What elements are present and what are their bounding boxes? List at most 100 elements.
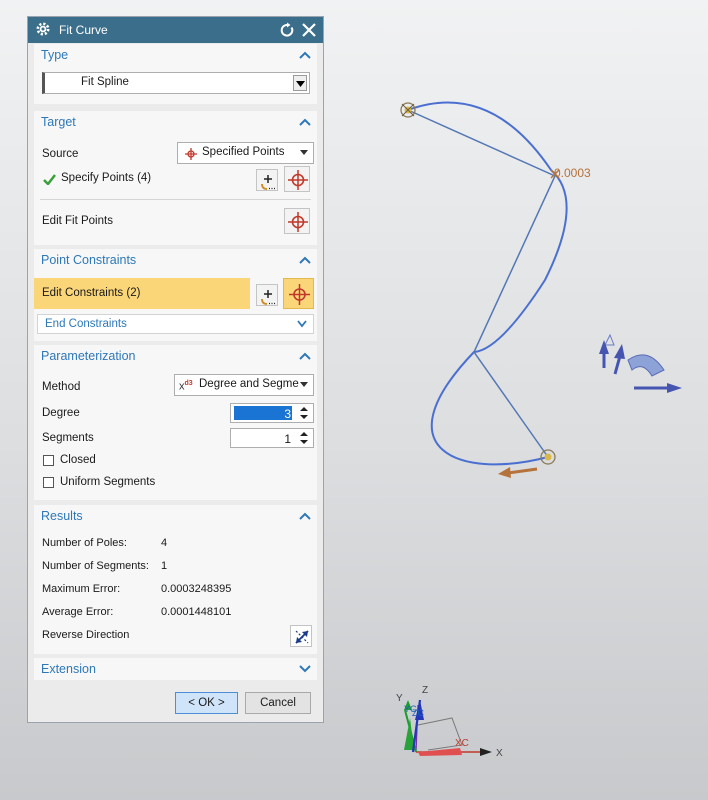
add-point-icon (261, 290, 275, 305)
graphics-viewport[interactable]: 0.0003 Y Z YC ZC XC X (324, 0, 708, 800)
start-point-marker[interactable] (400, 102, 416, 118)
axis-label-zc: ZC (412, 708, 424, 718)
segments-value: 1 (284, 432, 291, 446)
control-polygon (407, 109, 556, 458)
type-dropdown-button[interactable] (293, 75, 307, 91)
segments-input[interactable]: 1 (230, 428, 314, 448)
parameterization-section: Parameterization Method xd3 Degree and S… (34, 345, 317, 500)
edit-fit-points-button[interactable] (284, 208, 310, 234)
end-constraints-header[interactable]: End Constraints (37, 314, 314, 334)
close-icon[interactable] (301, 22, 317, 38)
source-label: Source (42, 148, 79, 160)
error-label: 0.0003 (554, 166, 591, 180)
check-icon (43, 174, 56, 185)
fit-curve-dialog: Fit Curve Type Fit Spline Target Source (27, 16, 324, 723)
point-crosshair-icon (288, 212, 308, 232)
chevron-down-icon (300, 382, 308, 387)
type-section: Type Fit Spline (34, 44, 317, 104)
chevron-up-icon (299, 512, 311, 520)
parameterization-header[interactable]: Parameterization (34, 345, 317, 367)
chevron-down-icon (300, 150, 308, 155)
result-label: Number of Segments: (42, 560, 149, 572)
closed-label: Closed (60, 454, 96, 466)
add-constraint-button[interactable] (256, 284, 278, 306)
result-value: 0.0001448101 (161, 606, 232, 618)
direction-arrow[interactable] (498, 467, 538, 478)
axis-label-z: Z (422, 685, 428, 696)
point-constraints-title: Point Constraints (41, 253, 137, 267)
end-point-marker[interactable] (540, 449, 556, 465)
dialog-titlebar: Fit Curve (28, 17, 323, 43)
degree-label: Degree (42, 407, 80, 419)
point-crosshair-icon (288, 170, 308, 190)
extension-section: Extension (34, 658, 317, 680)
type-section-title: Type (41, 48, 69, 62)
reverse-direction-label: Reverse Direction (42, 629, 130, 641)
method-dropdown[interactable]: xd3 Degree and Segme (174, 374, 314, 396)
edit-constraints-label: Edit Constraints (2) (42, 287, 141, 299)
chevron-down-icon (296, 81, 305, 87)
chevron-down-icon (297, 320, 307, 328)
result-value: 4 (161, 537, 168, 549)
degree-selection (234, 406, 292, 420)
source-dropdown-value: Specified Points (202, 146, 285, 158)
degree-value: 3 (284, 407, 291, 421)
rotate-handle-icon[interactable] (599, 333, 682, 393)
method-label: Method (42, 381, 81, 393)
extension-title: Extension (41, 662, 96, 676)
method-dropdown-value: Degree and Segme (199, 378, 299, 390)
result-label: Maximum Error: (42, 583, 121, 595)
target-section-title: Target (41, 115, 76, 129)
result-value: 0.0003248395 (161, 583, 232, 595)
result-value: 1 (161, 560, 168, 572)
chevron-up-icon (299, 352, 311, 360)
cancel-button[interactable]: Cancel (245, 692, 311, 714)
chevron-up-icon (299, 51, 311, 59)
segments-label: Segments (42, 432, 94, 444)
uniform-segments-checkbox[interactable] (43, 477, 54, 488)
results-title: Results (41, 509, 83, 523)
axis-label-y: Y (396, 693, 403, 704)
degree-icon-power: 3 (188, 380, 193, 387)
result-label: Number of Poles: (42, 537, 127, 549)
result-label: Average Error: (42, 606, 114, 618)
reverse-direction-icon (295, 630, 309, 644)
spinner-arrows-icon[interactable] (298, 406, 310, 420)
point-crosshair-icon (185, 148, 197, 160)
reset-icon[interactable] (279, 22, 295, 38)
axis-label-x: X (496, 748, 503, 759)
dialog-title: Fit Curve (59, 23, 108, 37)
reverse-direction-button[interactable] (290, 625, 312, 647)
uniform-segments-label: Uniform Segments (60, 476, 156, 488)
degree-input[interactable]: 3 (230, 403, 314, 423)
add-point-button[interactable] (256, 169, 278, 191)
target-section: Target Source Specified Points Specify P… (34, 111, 317, 245)
chevron-up-icon (299, 256, 311, 264)
target-section-header[interactable]: Target (34, 111, 317, 133)
spinner-arrows-icon[interactable] (298, 431, 310, 445)
type-section-header[interactable]: Type (34, 44, 317, 66)
source-dropdown[interactable]: Specified Points (177, 142, 314, 164)
results-header[interactable]: Results (34, 505, 317, 527)
degree-icon: xd3 (179, 380, 193, 393)
specify-points-label[interactable]: Specify Points (4) (61, 172, 151, 184)
edit-constraints-row[interactable]: Edit Constraints (2) (34, 278, 250, 309)
fitted-spline-curve (407, 101, 568, 466)
point-constraints-section: Point Constraints Edit Constraints (2) E… (34, 249, 317, 341)
chevron-down-icon (299, 665, 311, 673)
edit-fit-points-label: Edit Fit Points (42, 215, 113, 227)
ok-button[interactable]: < OK > (175, 692, 238, 714)
axis-label-xc: XC (455, 738, 469, 749)
parameterization-title: Parameterization (41, 349, 136, 363)
edit-constraints-button[interactable] (283, 278, 314, 309)
gear-icon (36, 22, 50, 36)
extension-header[interactable]: Extension (34, 658, 317, 680)
closed-checkbox[interactable] (43, 455, 54, 466)
type-dropdown[interactable]: Fit Spline (42, 72, 310, 94)
point-constraints-header[interactable]: Point Constraints (34, 249, 317, 271)
specify-points-button[interactable] (284, 166, 310, 192)
end-constraints-label: End Constraints (45, 318, 127, 330)
type-dropdown-value: Fit Spline (81, 76, 129, 88)
point-crosshair-icon (289, 284, 310, 305)
chevron-up-icon (299, 118, 311, 126)
